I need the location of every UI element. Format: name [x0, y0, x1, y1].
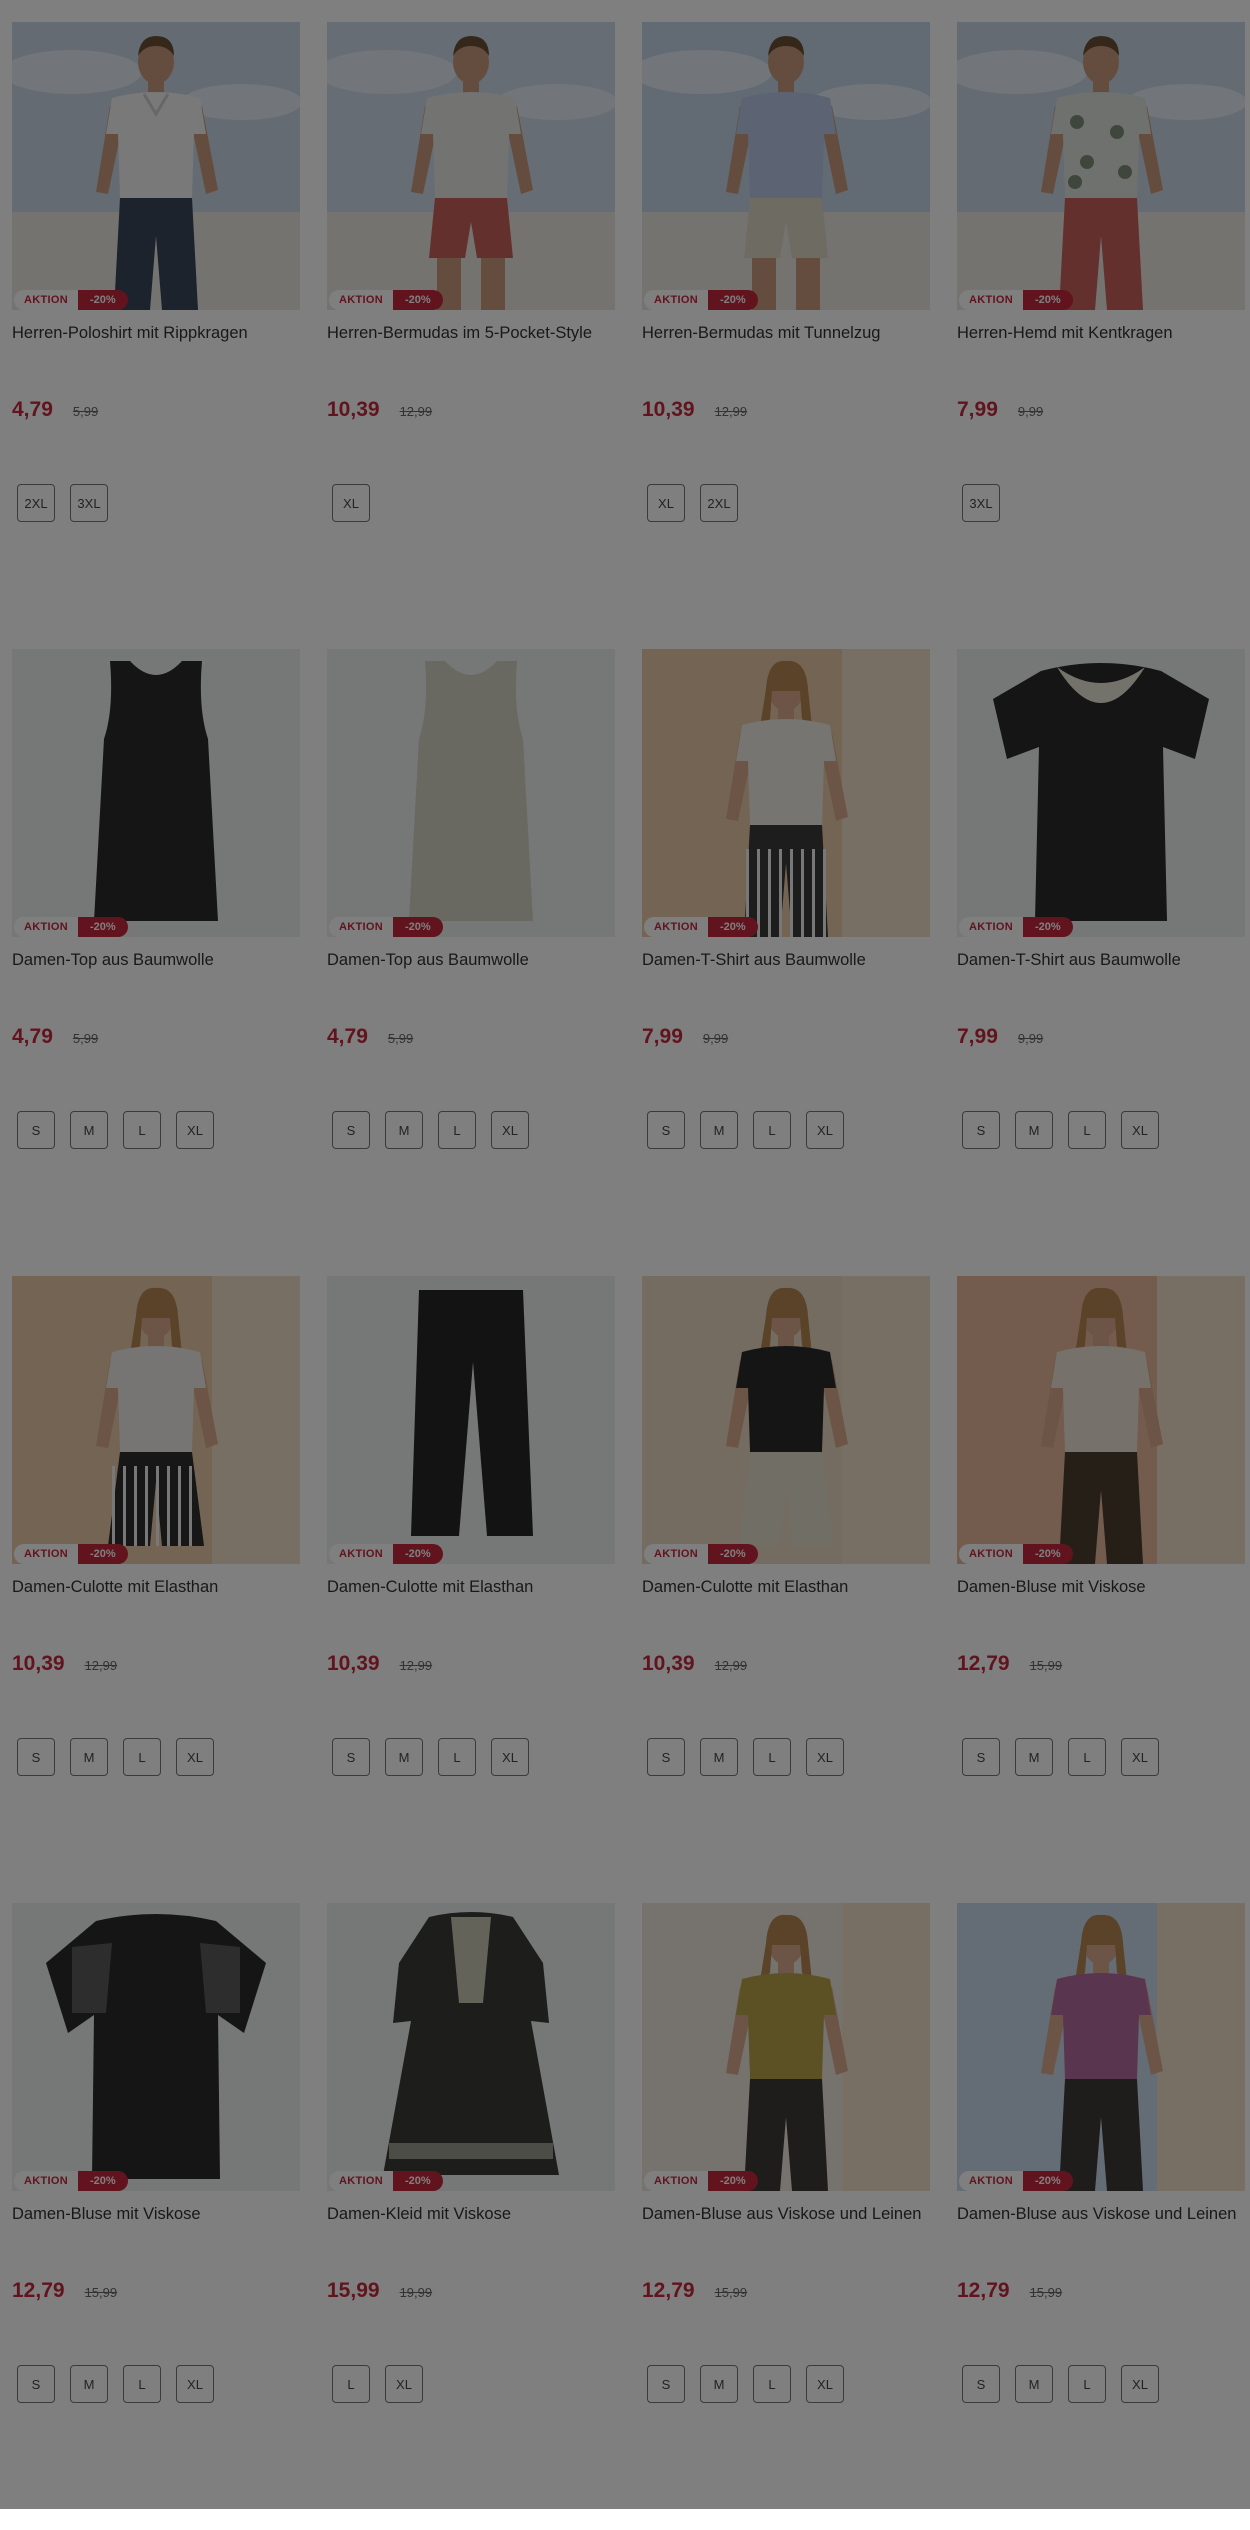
- modal-backdrop-overlay[interactable]: [0, 0, 1250, 2509]
